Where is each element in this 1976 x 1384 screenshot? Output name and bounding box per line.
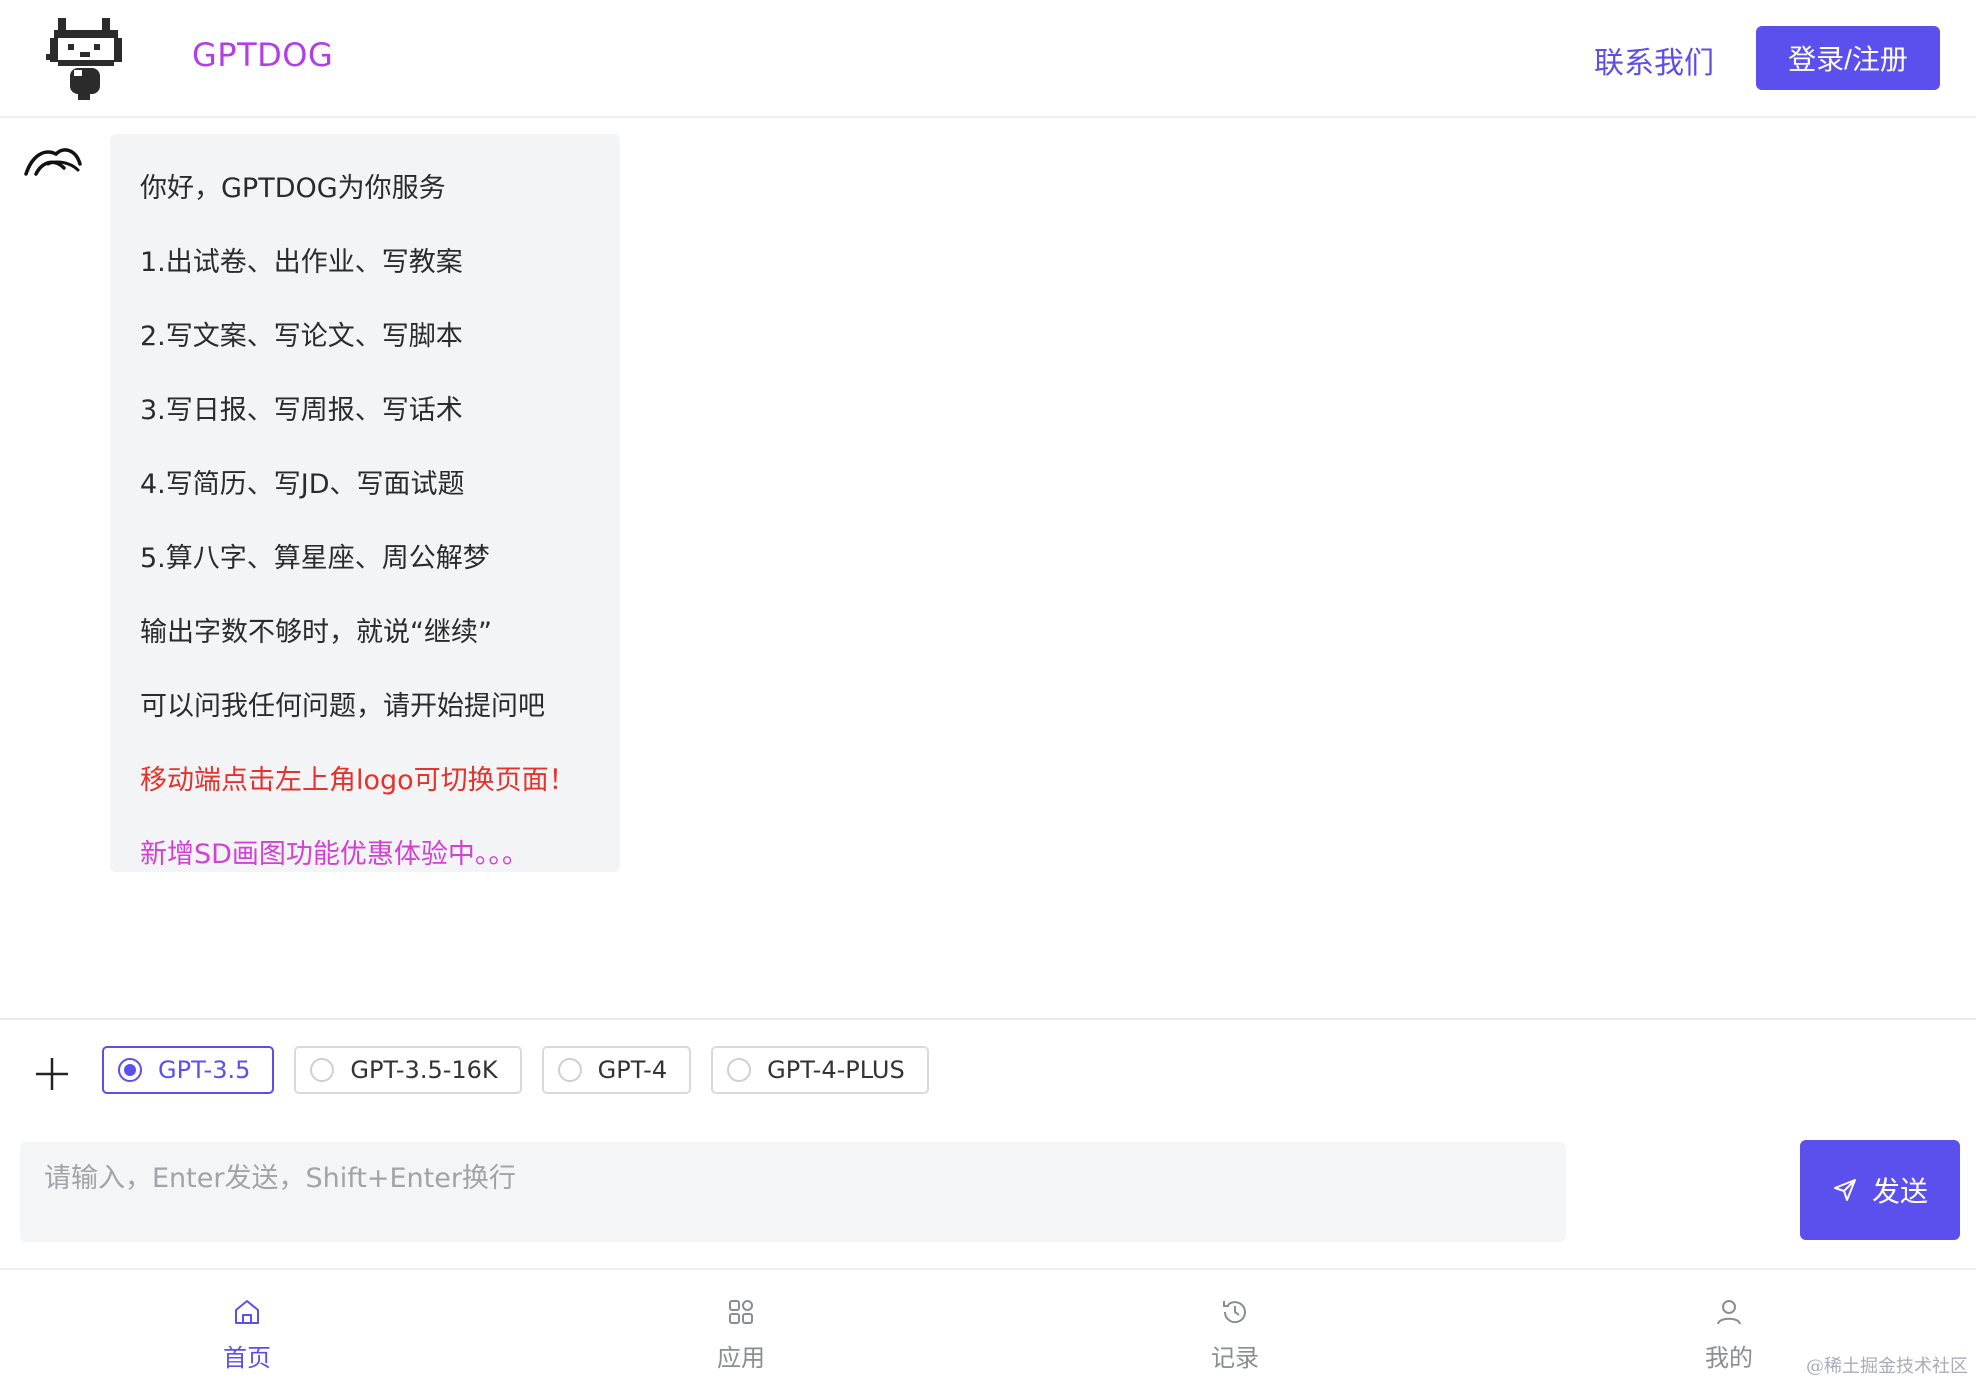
model-option-gpt-3-5-16k[interactable]: GPT-3.5-16K xyxy=(294,1046,522,1094)
model-option-gpt-4[interactable]: GPT-4 xyxy=(541,1046,692,1094)
user-icon xyxy=(1717,1300,1741,1325)
dog-logo-icon[interactable] xyxy=(44,14,128,102)
nav-item-history[interactable]: 记录 xyxy=(988,1270,1482,1384)
radio-selected-icon[interactable] xyxy=(118,1058,142,1082)
message-line: 2.写文案、写论文、写脚本 xyxy=(140,321,463,352)
model-label: GPT-3.5 xyxy=(158,1056,251,1084)
top-header: GPTDOG 联系我们 登录/注册 xyxy=(0,0,1976,118)
message-line: 5.算八字、算星座、周公解梦 xyxy=(140,543,490,574)
send-arrow-icon xyxy=(1833,1179,1856,1201)
history-icon xyxy=(1223,1301,1246,1324)
watermark: @稀土掘金技术社区 xyxy=(1806,1356,1968,1377)
apps-icon xyxy=(729,1300,753,1324)
nav-label: 首页 xyxy=(223,1344,271,1372)
message-line: 3.写日报、写周报、写话术 xyxy=(140,395,463,426)
radio-icon[interactable] xyxy=(727,1058,752,1082)
nav-label: 记录 xyxy=(1211,1344,1259,1372)
composer-panel: GPT-3.5 GPT-3.5-16K GPT-4 GPT-4-PLUS 发送 xyxy=(0,1018,1976,1268)
radio-icon[interactable] xyxy=(557,1058,582,1082)
bot-message-bubble: 你好，GPTDOG为你服务 1.出试卷、出作业、写教案 2.写文案、写论文、写脚… xyxy=(110,134,620,872)
send-label: 发送 xyxy=(1871,1176,1928,1207)
message-line-highlight-red: 移动端点击左上角logo可切换页面！ xyxy=(140,765,576,796)
bot-avatar-icon xyxy=(24,148,82,176)
message-line: 1.出试卷、出作业、写教案 xyxy=(140,247,463,278)
model-option-gpt-3-5[interactable]: GPT-3.5 xyxy=(102,1046,275,1094)
message-line: 4.写简历、写JD、写面试题 xyxy=(140,469,465,500)
nav-label: 应用 xyxy=(717,1344,765,1372)
chat-area: 你好，GPTDOG为你服务 1.出试卷、出作业、写教案 2.写文案、写论文、写脚… xyxy=(0,120,1976,1018)
brand-name: GPTDOG xyxy=(192,36,334,74)
model-label: GPT-4 xyxy=(597,1056,668,1084)
home-icon xyxy=(235,1300,259,1324)
plus-icon[interactable] xyxy=(32,1054,72,1094)
nav-label: 我的 xyxy=(1705,1344,1753,1372)
model-selector: GPT-3.5 GPT-3.5-16K GPT-4 GPT-4-PLUS xyxy=(102,1046,929,1094)
message-line: 输出字数不够时，就说“继续” xyxy=(140,617,492,648)
message-line: 可以问我任何问题，请开始提问吧 xyxy=(140,691,545,722)
model-option-gpt-4-plus[interactable]: GPT-4-PLUS xyxy=(711,1046,929,1094)
message-line-highlight-pink: 新增SD画图功能优惠体验中。。。 xyxy=(140,839,529,870)
bottom-nav: 首页 应用 记录 我的 @稀土掘金技术社区 xyxy=(0,1268,1976,1384)
login-register-button[interactable]: 登录/注册 xyxy=(1756,26,1940,90)
nav-item-apps[interactable]: 应用 xyxy=(494,1270,988,1384)
model-label: GPT-3.5-16K xyxy=(350,1056,498,1084)
message-input[interactable] xyxy=(20,1142,1566,1242)
nav-item-home[interactable]: 首页 xyxy=(0,1270,494,1384)
send-button[interactable]: 发送 xyxy=(1800,1140,1960,1240)
message-line: 你好，GPTDOG为你服务 xyxy=(140,173,446,204)
radio-icon[interactable] xyxy=(310,1058,335,1082)
model-label: GPT-4-PLUS xyxy=(767,1056,905,1084)
contact-us-link[interactable]: 联系我们 xyxy=(1594,38,1714,82)
